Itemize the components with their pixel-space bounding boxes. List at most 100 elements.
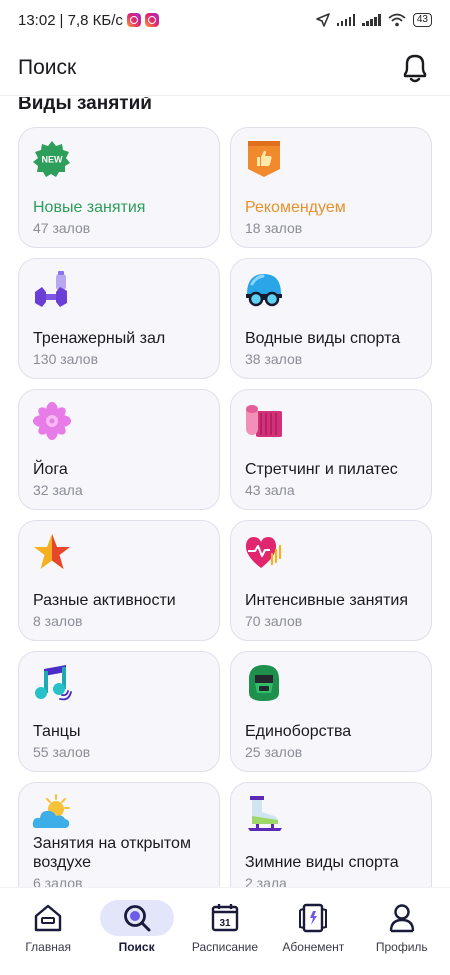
card-title: Тренажерный зал: [33, 330, 166, 347]
thumbs-up-badge-icon: [248, 141, 280, 177]
app-header: Поиск: [0, 40, 450, 96]
card-text: Тренажерный зал 130 залов: [33, 329, 209, 367]
category-card-intense[interactable]: Интенсивные занятия 70 залов: [230, 520, 432, 641]
category-card-various[interactable]: Разные активности 8 залов: [18, 520, 220, 641]
card-title: Занятия на открытом воздухе: [33, 835, 191, 871]
category-card-water[interactable]: Водные виды спорта 38 залов: [230, 258, 432, 379]
notifications-button[interactable]: [398, 51, 432, 85]
card-count: 8 залов: [33, 613, 83, 629]
music-note-icon: [35, 665, 72, 701]
card-title: Зимние виды спорта: [245, 854, 399, 871]
card-count: 25 залов: [245, 744, 303, 760]
wifi-icon: [388, 13, 406, 27]
category-card-dance[interactable]: Танцы 55 залов: [18, 651, 220, 772]
card-title: Новые занятия: [33, 199, 146, 216]
yoga-mat-icon: [246, 405, 282, 437]
card-title: Единоборства: [245, 723, 352, 740]
search-icon: [123, 905, 151, 932]
swim-cap-goggles-icon: [246, 274, 282, 307]
lotus-icon: [33, 402, 71, 440]
tab-search[interactable]: Поиск: [94, 888, 180, 975]
card-text: Занятия на открытом воздухе 6 залов: [33, 834, 209, 887]
tab-icon-wrap: [99, 900, 174, 936]
tab-icon-wrap: [365, 900, 439, 936]
card-text: Стретчинг и пилатес 43 зала: [245, 460, 421, 498]
card-count: 18 залов: [245, 220, 303, 236]
tab-profile[interactable]: Профиль: [359, 888, 445, 975]
card-text: Интенсивные занятия 70 залов: [245, 591, 421, 629]
card-title: Рекомендуем: [245, 199, 346, 216]
bottom-tab-bar: Главная Поиск 31 Расписание Абонемент Пр…: [0, 887, 450, 975]
card-title: Разные активности: [33, 592, 176, 609]
tab-label: Абонемент: [282, 940, 345, 954]
membership-card-icon: [299, 903, 328, 933]
card-count: 43 зала: [245, 482, 295, 498]
calendar-icon: 31: [211, 904, 239, 932]
heart-pulse-icon: [245, 537, 282, 568]
signal-icon-2: [362, 14, 381, 26]
new-badge-icon: NEW: [33, 141, 70, 177]
status-network-speed: | 7,8 КБ/с: [59, 11, 123, 29]
status-time: 13:02: [18, 11, 56, 29]
status-bar: 13:02 | 7,8 КБ/с 43: [0, 0, 450, 40]
card-count: 130 залов: [33, 351, 99, 367]
card-count: 38 залов: [245, 351, 303, 367]
status-right: 43: [316, 13, 432, 27]
tab-membership[interactable]: Абонемент: [270, 888, 356, 975]
category-card-martial-arts[interactable]: Единоборства 25 залов: [230, 651, 432, 772]
card-text: Рекомендуем 18 залов: [245, 198, 421, 236]
category-card-new[interactable]: NEW Новые занятия 47 залов: [18, 127, 220, 248]
card-count: 6 залов: [33, 875, 83, 887]
status-left: 13:02 | 7,8 КБ/с: [18, 12, 159, 29]
tab-label: Профиль: [375, 940, 428, 954]
boxing-helmet-icon: [249, 665, 279, 701]
card-count: 2 зала: [245, 875, 287, 887]
category-card-recommended[interactable]: Рекомендуем 18 залов: [230, 127, 432, 248]
instagram-notification-icon-2: [144, 13, 159, 27]
star-icon: [34, 534, 70, 569]
profile-icon: [389, 904, 414, 933]
card-text: Единоборства 25 залов: [245, 722, 421, 760]
ice-skate-icon: [248, 796, 282, 831]
card-text: Новые занятия 47 залов: [33, 198, 209, 236]
dumbbell-icon: [35, 271, 67, 307]
battery-icon: 43: [412, 13, 432, 27]
bell-icon: [403, 54, 427, 82]
tab-icon-wrap: 31: [188, 900, 262, 936]
calendar-day: 31: [219, 918, 231, 929]
category-card-winter[interactable]: Зимние виды спорта 2 зала: [230, 782, 432, 887]
card-count: 47 залов: [33, 220, 91, 236]
tab-icon-wrap: [276, 900, 350, 936]
search-content[interactable]: Виды занятий NEW Новые занятия 47 залов …: [0, 97, 450, 887]
category-card-gym[interactable]: Тренажерный зал 130 залов: [18, 258, 220, 379]
tab-label: Расписание: [191, 940, 259, 954]
section-title: Виды занятий: [18, 97, 152, 114]
card-text: Танцы 55 залов: [33, 722, 209, 760]
card-count: 32 зала: [33, 482, 83, 498]
tab-home[interactable]: Главная: [5, 888, 91, 975]
signal-icon: [336, 14, 356, 26]
card-text: Зимние виды спорта 2 зала: [245, 853, 421, 887]
card-title: Йога: [33, 461, 68, 478]
svg-text:NEW: NEW: [42, 155, 64, 165]
card-title: Интенсивные занятия: [245, 592, 408, 609]
category-grid: NEW Новые занятия 47 залов Рекомендуем 1…: [18, 127, 432, 887]
category-card-stretching[interactable]: Стретчинг и пилатес 43 зала: [230, 389, 432, 510]
card-count: 55 залов: [33, 744, 91, 760]
card-text: Водные виды спорта 38 залов: [245, 329, 421, 367]
card-title: Водные виды спорта: [245, 330, 401, 347]
location-arrow-icon: [316, 13, 330, 27]
home-icon: [34, 904, 62, 932]
instagram-notification-icon: [126, 13, 141, 27]
tab-label: Поиск: [118, 940, 155, 954]
sun-cloud-icon: [32, 794, 70, 828]
category-card-outdoor[interactable]: Занятия на открытом воздухе 6 залов: [18, 782, 220, 887]
category-card-yoga[interactable]: Йога 32 зала: [18, 389, 220, 510]
tab-schedule[interactable]: 31 Расписание: [182, 888, 268, 975]
tab-icon-wrap: [11, 900, 85, 936]
card-count: 70 залов: [245, 613, 303, 629]
card-text: Йога 32 зала: [33, 460, 209, 498]
tab-label: Главная: [25, 940, 72, 954]
page-title: Поиск: [18, 55, 77, 79]
card-title: Танцы: [33, 723, 81, 740]
